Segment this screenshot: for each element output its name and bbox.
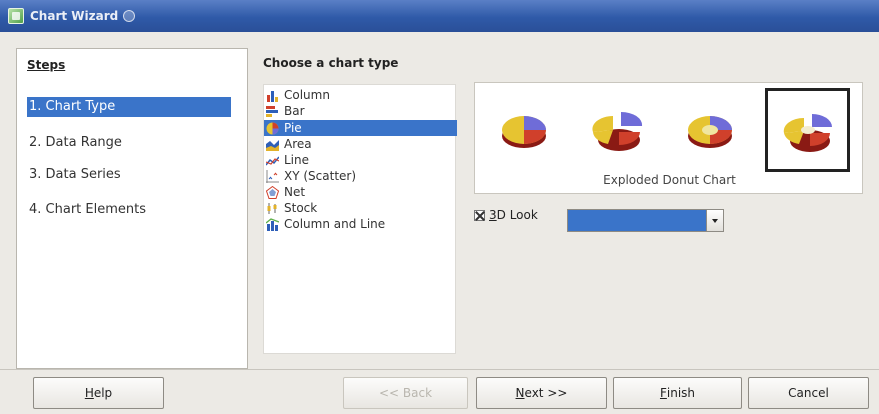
window-title: Chart Wizard xyxy=(30,9,119,23)
steps-title: Steps xyxy=(27,58,66,72)
bar-chart-icon xyxy=(266,105,278,117)
variant-exploded-pie[interactable] xyxy=(578,88,663,172)
chart-type-label: Area xyxy=(284,137,312,151)
finish-button[interactable]: Finish xyxy=(613,377,742,409)
variant-donut[interactable] xyxy=(671,88,756,172)
look-3d-row[interactable]: 3D Look xyxy=(474,208,538,222)
step-data-range[interactable]: 2. Data Range xyxy=(27,133,231,153)
variant-pie[interactable] xyxy=(485,88,570,172)
column-chart-icon xyxy=(267,90,278,102)
step-data-series[interactable]: 3. Data Series xyxy=(27,165,231,185)
donut-chart-icon xyxy=(688,116,732,148)
chart-type-area[interactable]: Area xyxy=(264,136,457,152)
chart-type-label: XY (Scatter) xyxy=(284,169,357,183)
chart-type-bar[interactable]: Bar xyxy=(264,103,457,119)
chart-type-net[interactable]: Net xyxy=(264,184,457,200)
chart-type-stock[interactable]: Stock xyxy=(264,200,457,216)
content-title: Choose a chart type xyxy=(263,56,399,70)
area-chart-icon xyxy=(266,139,279,151)
scatter-chart-icon xyxy=(266,169,279,183)
look-3d-checkbox[interactable] xyxy=(474,209,485,221)
chart-type-label: Stock xyxy=(284,201,318,215)
chart-type-label: Column xyxy=(284,88,330,102)
stock-chart-icon xyxy=(267,202,277,214)
chart-type-label: Column and Line xyxy=(284,217,386,231)
chart-type-label: Bar xyxy=(284,104,305,118)
step-chart-type[interactable]: 1. Chart Type xyxy=(27,97,231,117)
step-chart-elements[interactable]: 4. Chart Elements xyxy=(27,200,231,220)
chart-type-line[interactable]: Line xyxy=(264,152,457,168)
chart-type-scatter[interactable]: XY (Scatter) xyxy=(264,168,457,184)
pie-chart-icon xyxy=(266,122,279,134)
app-icon xyxy=(8,8,24,24)
back-button[interactable]: << Back xyxy=(343,377,468,409)
chart-type-label: Line xyxy=(284,153,310,167)
line-chart-icon xyxy=(266,156,279,165)
steps-panel: Steps 1. Chart Type 2. Data Range 3. Dat… xyxy=(16,48,248,369)
help-button[interactable]: Help xyxy=(33,377,164,409)
pin-icon[interactable] xyxy=(123,10,136,22)
exploded-donut-chart-icon xyxy=(783,114,832,152)
variant-name: Exploded Donut Chart xyxy=(603,173,736,187)
look-3d-dropdown[interactable] xyxy=(567,209,724,232)
variant-exploded-donut[interactable] xyxy=(765,88,850,172)
cancel-button[interactable]: Cancel xyxy=(748,377,869,409)
pie-chart-icon xyxy=(502,116,546,148)
exploded-pie-chart-icon xyxy=(592,111,643,151)
chart-type-column[interactable]: Column xyxy=(264,87,457,103)
chevron-down-icon[interactable] xyxy=(706,210,723,231)
chart-variants-panel: Exploded Donut Chart xyxy=(474,82,863,194)
chart-type-column-and-line[interactable]: Column and Line xyxy=(264,216,457,232)
next-button[interactable]: Next >> xyxy=(476,377,607,409)
column-line-chart-icon xyxy=(266,217,279,231)
chart-type-list: Column Bar Pie Area Line XY (Scatter) Ne… xyxy=(263,84,457,354)
look-3d-label: 3D Look xyxy=(489,208,538,222)
separator xyxy=(0,369,879,370)
chart-type-label: Net xyxy=(284,185,306,199)
chart-type-pie[interactable]: Pie xyxy=(264,120,457,136)
chart-type-label: Pie xyxy=(284,121,302,135)
title-bar: Chart Wizard xyxy=(0,0,879,32)
net-chart-icon xyxy=(266,185,279,199)
